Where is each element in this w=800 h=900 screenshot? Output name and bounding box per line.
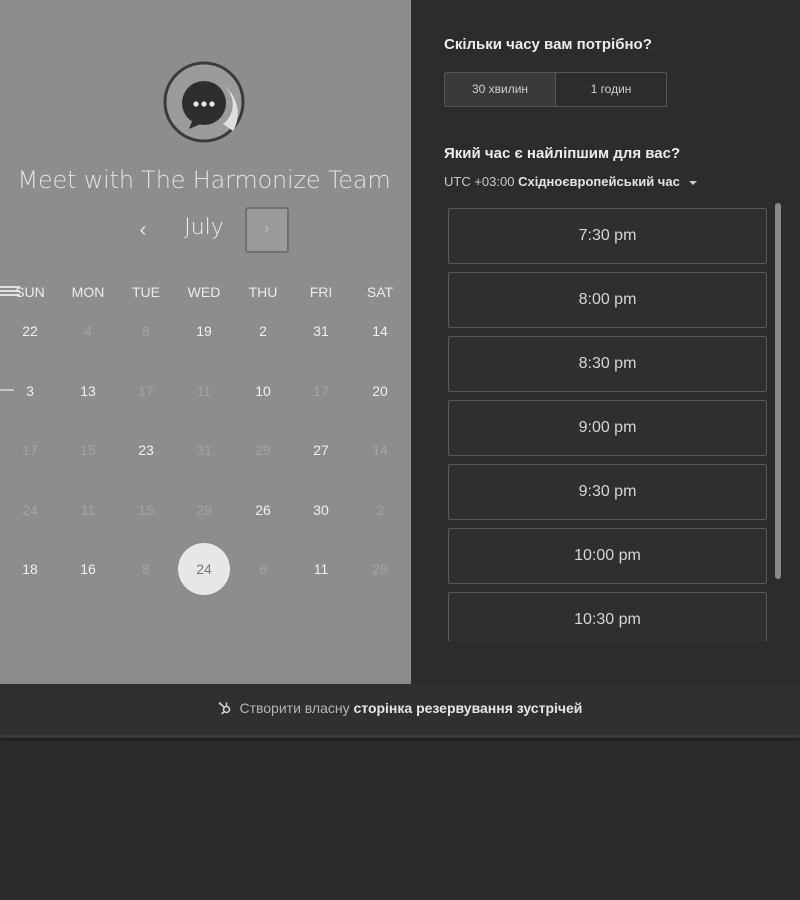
calendar-day[interactable]: 13 (63, 373, 113, 409)
weekday-wed: WED (187, 284, 221, 300)
footer-cta[interactable]: Створити власну сторінка резервування зу… (0, 700, 800, 716)
month-label: July (184, 215, 224, 240)
calendar-day: 11 (80, 502, 96, 518)
calendar-day[interactable]: 19 (179, 313, 229, 349)
calendar-day[interactable]: 30 (296, 492, 346, 528)
page-background (0, 741, 800, 900)
duration-30min-button[interactable]: 30 хвилин (445, 73, 555, 106)
meeting-title: Meet with The Harmonize Team (17, 166, 391, 194)
meetings-app: Meet with The Harmonize Team ‹ July › SU… (0, 0, 800, 900)
weekday-mon: MON (71, 284, 105, 300)
booking-panel: Скільки часу вам потрібно? 30 хвилин 1 г… (411, 0, 800, 684)
caret-down-icon (689, 180, 698, 185)
scrollbar[interactable] (775, 203, 781, 579)
timezone-select[interactable]: UTC +03:00 Східноєвропейський час (444, 174, 698, 189)
calendar-day: 28 (372, 561, 388, 577)
footer-link[interactable]: сторінка резервування зустрічей (353, 700, 582, 716)
time-slot-button[interactable]: 8:00 pm (448, 272, 767, 328)
calendar-day[interactable]: 11 (296, 551, 346, 587)
calendar-day: 8 (142, 561, 150, 577)
prev-month-button[interactable]: ‹ (128, 213, 158, 247)
time-slot-button[interactable]: 10:30 pm (448, 592, 767, 641)
weekday-sun: SUN (15, 284, 45, 300)
calendar-day[interactable]: 20 (355, 373, 405, 409)
time-slot-list: 7:30 pm 8:00 pm 8:30 pm 9:00 pm 9:30 pm 10:00… (448, 208, 768, 641)
calendar-day[interactable]: 27 (296, 432, 346, 468)
weekday-tue: TUE (132, 284, 160, 300)
calendar-day: 6 (259, 561, 267, 577)
calendar-day: 24 (22, 502, 38, 518)
calendar-day[interactable]: 3 (5, 373, 55, 409)
time-slot-button[interactable]: 9:00 pm (448, 400, 767, 456)
calendar-day[interactable]: 16 (63, 551, 113, 587)
calendar-day: 29 (196, 502, 212, 518)
timezone-offset: UTC +03:00 (444, 174, 515, 189)
chat-bubble-icon (163, 61, 245, 143)
time-slot-button[interactable]: 7:30 pm (448, 208, 767, 264)
duration-toggle: 30 хвилин 1 годин (444, 72, 667, 107)
calendar-day[interactable]: 14 (355, 313, 405, 349)
weekday-thu: THU (248, 284, 278, 300)
next-month-button[interactable]: › (245, 207, 289, 253)
calendar-day[interactable]: 31 (296, 313, 346, 349)
weekday-fri: FRI (309, 284, 333, 300)
calendar-day: 15 (138, 502, 154, 518)
hubspot-sprocket-icon (218, 702, 230, 715)
calendar-day: 17 (22, 442, 38, 458)
calendar-panel: Meet with The Harmonize Team ‹ July › SU… (0, 0, 411, 684)
calendar-day: 17 (138, 383, 154, 399)
footer-bar: Створити власну сторінка резервування зу… (0, 684, 800, 738)
calendar-day: 8 (142, 323, 150, 339)
calendar-day: 31 (196, 442, 212, 458)
calendar-day: 4 (84, 323, 92, 339)
duration-1hour-button[interactable]: 1 годин (555, 73, 666, 106)
timezone-name: Східноєвропейський час (518, 174, 680, 189)
calendar-day: 11 (196, 383, 212, 399)
weekday-sat: SAT (366, 284, 394, 300)
footer-prefix: Створити власну (239, 700, 350, 716)
duration-heading: Скільки часу вам потрібно? (444, 36, 652, 53)
calendar-day[interactable]: 2 (238, 313, 288, 349)
calendar-day: 17 (313, 383, 329, 399)
calendar-day[interactable]: 23 (121, 432, 171, 468)
calendar-day: 15 (80, 442, 96, 458)
selected-day[interactable]: 24 (178, 543, 230, 595)
calendar-day[interactable]: 10 (238, 373, 288, 409)
calendar-day: 14 (372, 442, 388, 458)
time-slot-button[interactable]: 9:30 pm (448, 464, 767, 520)
calendar-day[interactable]: 26 (238, 492, 288, 528)
time-heading: Який час є найліпшим для вас? (444, 145, 681, 162)
time-slot-button[interactable]: 8:30 pm (448, 336, 767, 392)
calendar-day[interactable]: 18 (5, 551, 55, 587)
calendar-day: 29 (255, 442, 271, 458)
calendar-day: 2 (376, 502, 384, 518)
calendar-day[interactable]: 22 (5, 313, 55, 349)
time-slot-button[interactable]: 10:00 pm (448, 528, 767, 584)
